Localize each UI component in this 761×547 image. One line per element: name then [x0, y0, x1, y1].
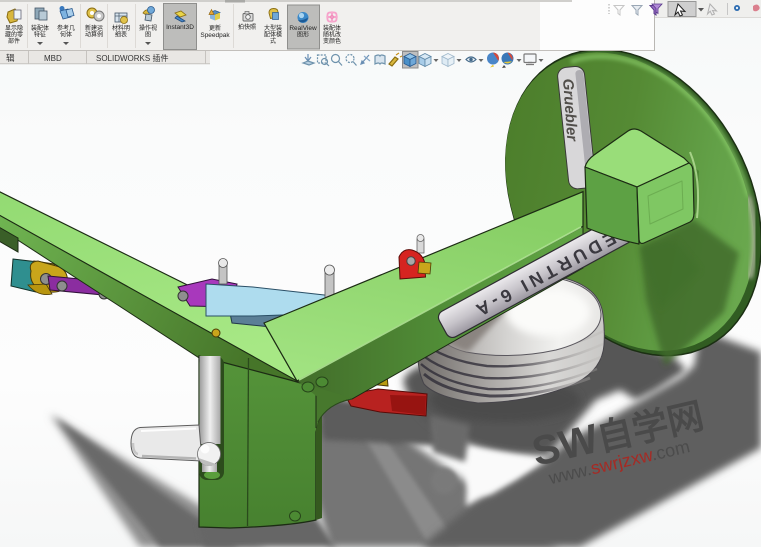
svg-text:随机改: 随机改	[323, 31, 341, 39]
svg-text:SOLIDWORKS 插件: SOLIDWORKS 插件	[96, 53, 168, 63]
svg-text:材料明: 材料明	[112, 24, 130, 32]
svg-text:装配体: 装配体	[323, 24, 341, 32]
svg-text:变颜色: 变颜色	[323, 37, 341, 45]
svg-text:装配体: 装配体	[31, 24, 49, 32]
svg-text:Speedpak: Speedpak	[200, 32, 230, 39]
svg-text:图: 图	[145, 32, 151, 39]
svg-text:拍快照: 拍快照	[238, 23, 256, 31]
svg-text:大型装: 大型装	[264, 24, 282, 32]
svg-text:参考几: 参考几	[57, 24, 75, 32]
svg-text:部件: 部件	[8, 37, 20, 45]
svg-text:图形: 图形	[297, 31, 309, 39]
svg-text:特征: 特征	[34, 31, 46, 39]
svg-text:MBD: MBD	[44, 54, 62, 63]
svg-text:辑: 辑	[6, 53, 15, 63]
svg-text:动算例: 动算例	[85, 31, 103, 39]
svg-text:显示隐: 显示隐	[5, 24, 23, 32]
svg-text:新建运: 新建运	[85, 24, 103, 32]
svg-text:何体: 何体	[60, 31, 72, 39]
svg-text:RealView: RealView	[289, 25, 317, 32]
svg-text:配体模: 配体模	[264, 31, 282, 39]
svg-text:更新: 更新	[209, 24, 221, 32]
svg-text:式: 式	[270, 37, 276, 45]
svg-text:操作视: 操作视	[139, 24, 157, 32]
svg-text:Instant3D: Instant3D	[166, 24, 194, 31]
svg-text:细表: 细表	[115, 31, 127, 39]
svg-text:藏的零: 藏的零	[5, 31, 23, 39]
